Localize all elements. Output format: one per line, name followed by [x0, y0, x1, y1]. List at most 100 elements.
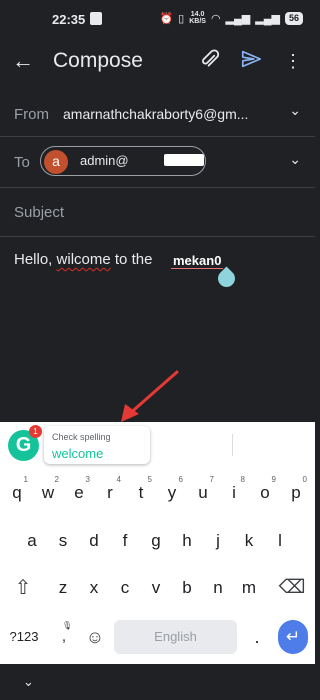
spelling-suggestion-card[interactable]: Check spelling welcome: [44, 426, 150, 464]
key-i[interactable]: i8: [219, 473, 249, 513]
key-m[interactable]: m: [234, 568, 264, 608]
key-q[interactable]: q1: [2, 473, 32, 513]
highlighted-word[interactable]: mekan0: [171, 253, 224, 269]
key-n[interactable]: n: [203, 568, 233, 608]
key-s[interactable]: s: [48, 521, 78, 561]
key-label: w: [41, 483, 55, 502]
key-x[interactable]: x: [79, 568, 109, 608]
compose-body[interactable]: Hello, wilcome to the: [14, 251, 152, 268]
key-label: q: [12, 483, 22, 502]
space-bar[interactable]: English: [114, 620, 237, 654]
recipient-avatar: a: [44, 150, 68, 174]
key-f[interactable]: f: [110, 521, 140, 561]
key-label: r: [107, 483, 113, 502]
enter-key-icon[interactable]: ↵: [278, 620, 308, 654]
wifi-icon: ◠: [210, 12, 221, 25]
key-e[interactable]: e3: [64, 473, 94, 513]
key-w[interactable]: w2: [33, 473, 63, 513]
send-icon: [241, 50, 261, 68]
symbols-key[interactable]: ?123: [5, 617, 43, 657]
key-o[interactable]: o9: [250, 473, 280, 513]
key-label: i: [232, 483, 236, 502]
subject-input[interactable]: Subject: [14, 204, 64, 221]
misspelled-word[interactable]: wilcome: [57, 251, 111, 268]
hide-keyboard-chevron-icon[interactable]: ⌄: [23, 674, 34, 690]
key-hint: 5: [147, 475, 152, 484]
key-label: b: [182, 578, 192, 597]
key-t[interactable]: t5: [126, 473, 156, 513]
key-label: c: [120, 578, 130, 597]
from-row[interactable]: From amarnathchakraborty6@gm... ⌄: [0, 90, 315, 137]
suggestion-label: Check spelling: [52, 432, 111, 442]
backspace-key-icon[interactable]: ⌫: [276, 568, 308, 608]
key-k[interactable]: k: [234, 521, 264, 561]
key-hint: 9: [271, 475, 276, 484]
to-chevron-down-icon[interactable]: ⌄: [289, 151, 301, 168]
key-label: m: [241, 578, 257, 597]
key-h[interactable]: h: [172, 521, 202, 561]
more-options-icon[interactable]: ⋮: [284, 50, 302, 72]
period-key[interactable]: .: [247, 617, 267, 657]
key-label: p: [291, 483, 301, 502]
keyboard: G 1 Check spelling welcome q1w2e3r4t5y6u…: [0, 422, 315, 664]
key-label: y: [167, 483, 177, 502]
from-chevron-down-icon[interactable]: ⌄: [289, 102, 301, 119]
key-hint: 8: [240, 475, 245, 484]
suggestion-word: welcome: [52, 446, 104, 461]
key-y[interactable]: y6: [157, 473, 187, 513]
key-hint: 6: [178, 475, 183, 484]
key-label: h: [182, 531, 192, 550]
notification-app-icon: [90, 12, 102, 25]
suggestion-bar: G 1 Check spelling welcome: [0, 422, 315, 468]
key-b[interactable]: b: [172, 568, 202, 608]
key-d[interactable]: d: [79, 521, 109, 561]
key-label: s: [58, 531, 68, 550]
status-bar: 22:35 ⏰ ▯ 14.0 KB/S ◠ ▂▄▆ ▂▄▆ 56: [0, 0, 315, 38]
system-nav-bar: ⌄: [0, 664, 315, 700]
key-label: g: [151, 531, 161, 550]
network-speed-value: 14.0: [190, 11, 205, 18]
alarm-icon: ⏰: [159, 12, 174, 25]
network-speed-unit: KB/S: [189, 18, 206, 25]
text-cursor-handle[interactable]: [214, 266, 239, 291]
annotation-arrow-icon: [121, 370, 179, 422]
key-label: x: [89, 578, 99, 597]
key-a[interactable]: a: [17, 521, 47, 561]
key-hint: 2: [54, 475, 59, 484]
to-row[interactable]: To a admin@ ⌄: [0, 137, 315, 188]
key-j[interactable]: j: [203, 521, 233, 561]
from-address[interactable]: amarnathchakraborty6@gm...: [63, 106, 248, 122]
key-z[interactable]: z: [48, 568, 78, 608]
key-hint: 7: [209, 475, 214, 484]
status-icons: ⏰ ▯ 14.0 KB/S ◠ ▂▄▆ ▂▄▆ 56: [159, 11, 303, 25]
back-arrow-icon[interactable]: ←: [12, 48, 38, 74]
key-g[interactable]: g: [141, 521, 171, 561]
key-label: k: [244, 531, 254, 550]
key-label: d: [89, 531, 99, 550]
body-text-part-2: to the: [110, 251, 153, 268]
key-label: t: [138, 483, 144, 502]
key-v[interactable]: v: [141, 568, 171, 608]
key-l[interactable]: l: [265, 521, 295, 561]
key-p[interactable]: p0: [281, 473, 311, 513]
signal-icon: ▂▄▆: [225, 12, 251, 25]
mic-icon[interactable]: 🎙: [62, 606, 72, 646]
battery-icon: 56: [284, 11, 303, 25]
shift-key-icon[interactable]: ⇧: [8, 568, 38, 608]
paperclip-icon: [202, 49, 220, 67]
attachment-icon[interactable]: [196, 46, 224, 74]
recipient-chip[interactable]: a admin@: [40, 146, 206, 176]
send-button[interactable]: [240, 48, 262, 72]
key-u[interactable]: u7: [188, 473, 218, 513]
grammarly-badge: 1: [29, 425, 42, 438]
key-hint: 1: [23, 475, 28, 484]
vibrate-icon: ▯: [178, 12, 185, 25]
subject-row[interactable]: Subject: [0, 188, 315, 237]
emoji-icon[interactable]: ☺: [82, 617, 108, 657]
key-hint: 3: [85, 475, 90, 484]
key-r[interactable]: r4: [95, 473, 125, 513]
key-label: z: [58, 578, 68, 597]
key-label: o: [260, 483, 270, 502]
key-hint: 0: [302, 475, 307, 484]
key-c[interactable]: c: [110, 568, 140, 608]
